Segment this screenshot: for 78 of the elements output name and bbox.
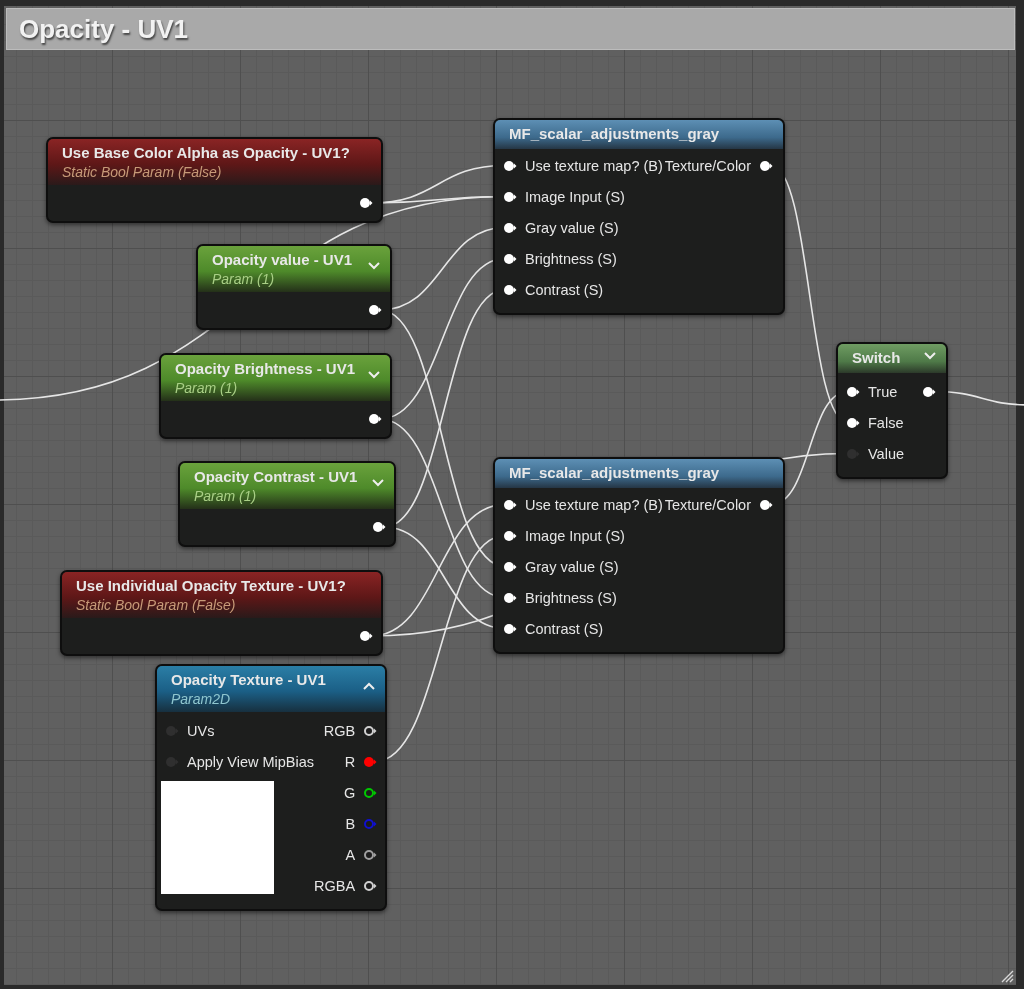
pin-label: True (868, 383, 898, 400)
pin-icon[interactable] (363, 848, 378, 861)
node-subtitle: Param (1) (212, 271, 276, 287)
node-subtitle: Param2D (171, 691, 232, 707)
pin-label: Texture/Color (664, 496, 751, 513)
chevron-down-icon[interactable] (368, 371, 380, 379)
pin-icon[interactable] (368, 413, 382, 425)
pin-label: RGBA (314, 877, 356, 894)
pin-label: Use texture map? (B) (525, 157, 663, 174)
node-subtitle: Param (1) (175, 380, 239, 396)
node-title: Opacity Contrast - UV1 (194, 468, 359, 485)
graph-node[interactable]: Opacity Texture - UV1 Param2D UVs Apply View MipBias RGB R G B A RGBA (155, 664, 387, 911)
pin-label: Brightness (S) (525, 250, 617, 267)
graph-node[interactable]: Switch True False Value (836, 342, 948, 479)
chevron-down-icon[interactable] (368, 262, 380, 270)
node-title: MF_scalar_adjustments_gray (509, 464, 721, 481)
pin-label: Apply View MipBias (187, 753, 315, 770)
resize-grip-icon[interactable] (1000, 969, 1014, 983)
node-title: Opacity Texture - UV1 (171, 671, 327, 688)
graph-node[interactable]: MF_scalar_adjustments_gray Use texture map? (B) Image Input (S) Gray value (S) Brightness (S) Contrast (S) Texture/Color (493, 118, 785, 315)
pin-label: Gray value (S) (525, 219, 619, 236)
pin-icon[interactable] (846, 385, 860, 398)
pin-icon[interactable] (503, 591, 517, 604)
node-subtitle: Static Bool Param (False) (76, 597, 237, 613)
pin-icon[interactable] (759, 159, 773, 172)
pin-icon[interactable] (503, 283, 517, 296)
pin-icon[interactable] (503, 560, 517, 573)
pin-icon[interactable] (372, 521, 386, 533)
pin-icon[interactable] (503, 498, 517, 511)
node-subtitle: Static Bool Param (False) (62, 164, 223, 180)
pin-label: R (344, 753, 356, 770)
pin-label: Texture/Color (664, 157, 751, 174)
pin-label: Use texture map? (B) (525, 496, 663, 513)
pin-label: Image Input (S) (525, 527, 625, 544)
pin-icon[interactable] (922, 385, 936, 398)
pin-icon[interactable] (363, 879, 378, 892)
pin-icon[interactable] (846, 416, 860, 429)
pin-icon[interactable] (503, 190, 517, 203)
pin-icon[interactable] (363, 724, 378, 737)
comment-title: Opacity - UV1 (19, 13, 189, 45)
pin-label: False (868, 414, 904, 431)
node-title: Opacity Brightness - UV1 (175, 360, 357, 377)
node-title: MF_scalar_adjustments_gray (509, 125, 721, 142)
node-title: Use Individual Opacity Texture - UV1? (76, 577, 347, 594)
pin-label: A (345, 846, 356, 863)
pin-label: Image Input (S) (525, 188, 625, 205)
graph-node[interactable]: Opacity value - UV1 Param (1) (196, 244, 392, 330)
chevron-down-icon[interactable] (372, 479, 384, 487)
pin-label: Contrast (S) (525, 620, 604, 637)
graph-node[interactable]: Opacity Contrast - UV1 Param (1) (178, 461, 396, 547)
pin-label: Value (868, 445, 904, 462)
pin-label: UVs (187, 722, 215, 739)
pin-icon[interactable] (359, 197, 373, 209)
node-title: Switch (852, 349, 902, 366)
pin-label: Contrast (S) (525, 281, 604, 298)
pin-label: B (345, 815, 356, 832)
chevron-down-icon[interactable] (924, 352, 936, 360)
pin-icon[interactable] (503, 622, 517, 635)
node-title: Use Base Color Alpha as Opacity - UV1? (62, 144, 351, 161)
pin-icon[interactable] (503, 252, 517, 265)
pin-label: RGB (323, 722, 356, 739)
graph-node[interactable]: Opacity Brightness - UV1 Param (1) (159, 353, 392, 439)
pin-icon[interactable] (368, 304, 382, 316)
pin-icon[interactable] (503, 159, 517, 172)
graph-node[interactable]: Use Individual Opacity Texture - UV1? Static Bool Param (False) (60, 570, 383, 656)
pin-label: Gray value (S) (525, 558, 619, 575)
pin-icon[interactable] (363, 786, 378, 799)
pin-label: Brightness (S) (525, 589, 617, 606)
node-title: Opacity value - UV1 (212, 251, 354, 268)
graph-node[interactable]: Use Base Color Alpha as Opacity - UV1? Static Bool Param (False) (46, 137, 383, 223)
pin-label: G (343, 784, 356, 801)
pin-icon[interactable] (503, 221, 517, 234)
chevron-up-icon[interactable] (363, 682, 375, 690)
pin-icon[interactable] (503, 529, 517, 542)
pin-icon[interactable] (359, 630, 373, 642)
pin-icon[interactable] (759, 498, 773, 511)
node-subtitle: Param (1) (194, 488, 258, 504)
graph-node[interactable]: MF_scalar_adjustments_gray Use texture map? (B) Image Input (S) Gray value (S) Brightness (S) Contrast (S) Texture/Color (493, 457, 785, 654)
